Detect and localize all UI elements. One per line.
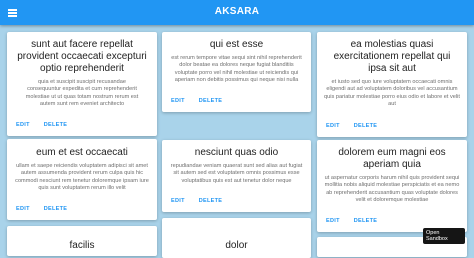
post-body: quia et suscipit suscipit recusandae con…	[25, 79, 139, 108]
open-sandbox-button[interactable]: Open Sandbox	[423, 228, 465, 244]
post-title: eum et est occaecati	[36, 147, 128, 158]
edit-button[interactable]: EDIT	[171, 198, 185, 204]
post-card: ea molestias quasi exercitationem repell…	[317, 32, 467, 137]
app-bar: AKSARA	[0, 0, 474, 25]
delete-button[interactable]: DELETE	[354, 123, 378, 129]
post-card: dolor	[162, 218, 311, 258]
post-title: ea molestias quasi exercitationem repell…	[333, 39, 451, 74]
post-body: et iusto sed quo iure voluptatem occaeca…	[324, 79, 460, 108]
post-card: facilis	[7, 226, 157, 256]
delete-button[interactable]: DELETE	[199, 98, 223, 104]
edit-button[interactable]: EDIT	[171, 98, 185, 104]
post-card: eum et est occaecati ullam et saepe reic…	[7, 139, 157, 220]
post-title: dolor	[225, 240, 248, 251]
edit-button[interactable]: EDIT	[326, 123, 340, 129]
post-title: facilis	[69, 240, 95, 251]
post-body: est rerum tempore vitae sequi sint nihil…	[171, 55, 302, 84]
post-card: qui est esse est rerum tempore vitae seq…	[162, 32, 311, 112]
delete-button[interactable]: DELETE	[354, 218, 378, 224]
post-card: nesciunt quas odio repudiandae veniam qu…	[162, 140, 311, 212]
app-title: AKSARA	[214, 6, 260, 17]
post-body: ullam et saepe reiciendis voluptatem adi…	[15, 163, 149, 192]
edit-button[interactable]: EDIT	[16, 206, 30, 212]
delete-button[interactable]: DELETE	[44, 206, 68, 212]
post-title: sunt aut facere repellat provident occae…	[17, 39, 147, 74]
delete-button[interactable]: DELETE	[44, 122, 68, 128]
post-title: qui est esse	[209, 39, 264, 50]
post-card: sunt aut facere repellat provident occae…	[7, 32, 157, 136]
post-body: repudiandae veniam quaerat sunt sed alia…	[170, 163, 303, 184]
delete-button[interactable]: DELETE	[199, 198, 223, 204]
post-card: dolorem eum magni eos aperiam quia ut as…	[317, 140, 467, 232]
post-body: ut aspernatur corporis harum nihil quis …	[324, 175, 460, 204]
edit-button[interactable]: EDIT	[16, 122, 30, 128]
post-title: dolorem eum magni eos aperiam quia	[338, 147, 446, 170]
edit-button[interactable]: EDIT	[326, 218, 340, 224]
post-title: nesciunt quas odio	[194, 147, 279, 158]
